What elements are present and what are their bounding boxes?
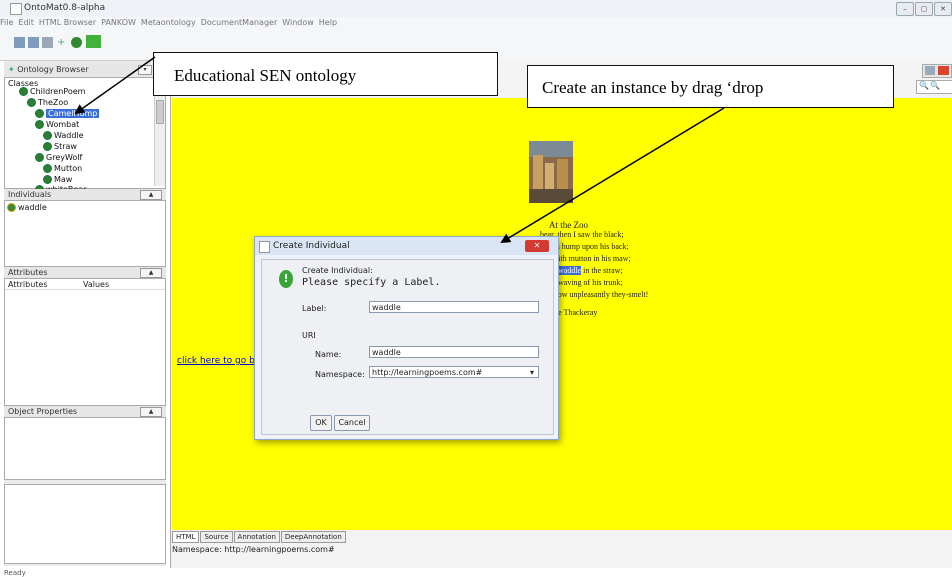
instance-arrow: [500, 107, 725, 244]
ontology-arrow: [74, 56, 156, 115]
callout-arrows: [74, 56, 725, 244]
